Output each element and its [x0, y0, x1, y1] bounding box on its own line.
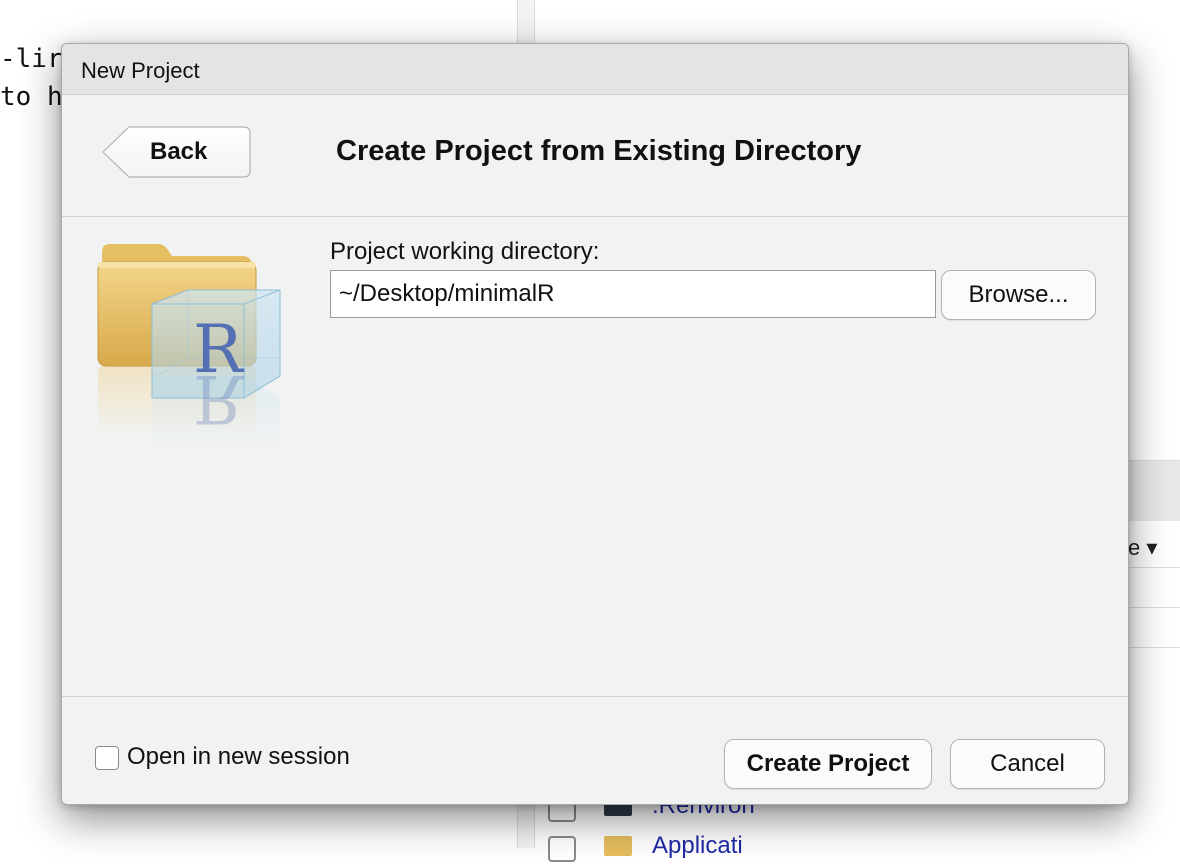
files-pane: e ▾	[1128, 460, 1180, 651]
folder-icon	[604, 836, 632, 856]
create-project-button[interactable]: Create Project	[724, 739, 932, 789]
new-project-dialog: New Project Back Create Project from Exi…	[61, 43, 1129, 805]
open-in-new-session-checkbox[interactable]	[95, 746, 119, 770]
footer-divider	[62, 696, 1128, 697]
back-button-label: Back	[150, 138, 208, 165]
file-name-link[interactable]: Applicati	[652, 832, 743, 860]
sort-menu[interactable]: e ▾	[1128, 535, 1157, 561]
open-in-new-session-label[interactable]: Open in new session	[127, 743, 350, 771]
editor-code: -lir to h	[0, 40, 63, 116]
working-directory-label: Project working directory:	[330, 238, 600, 265]
header-divider	[62, 216, 1128, 217]
back-button[interactable]: Back	[102, 126, 251, 178]
browse-button[interactable]: Browse...	[941, 270, 1096, 320]
dialog-titlebar[interactable]: New Project	[62, 44, 1128, 95]
pane-toolbar	[1128, 461, 1180, 521]
list-item[interactable]: Applicati	[548, 832, 948, 866]
row-divider	[1128, 567, 1180, 568]
code-line: -lir	[0, 44, 63, 74]
svg-text:R: R	[193, 360, 245, 437]
r-project-folder-icon: R R	[92, 238, 292, 448]
file-checkbox[interactable]	[548, 836, 576, 862]
row-divider	[1128, 607, 1180, 608]
page-title: Create Project from Existing Directory	[336, 135, 862, 167]
code-line: to h	[0, 82, 63, 112]
cancel-button[interactable]: Cancel	[950, 739, 1105, 789]
dialog-title: New Project	[81, 58, 200, 83]
working-directory-input[interactable]	[330, 270, 936, 318]
row-divider	[1128, 647, 1180, 648]
